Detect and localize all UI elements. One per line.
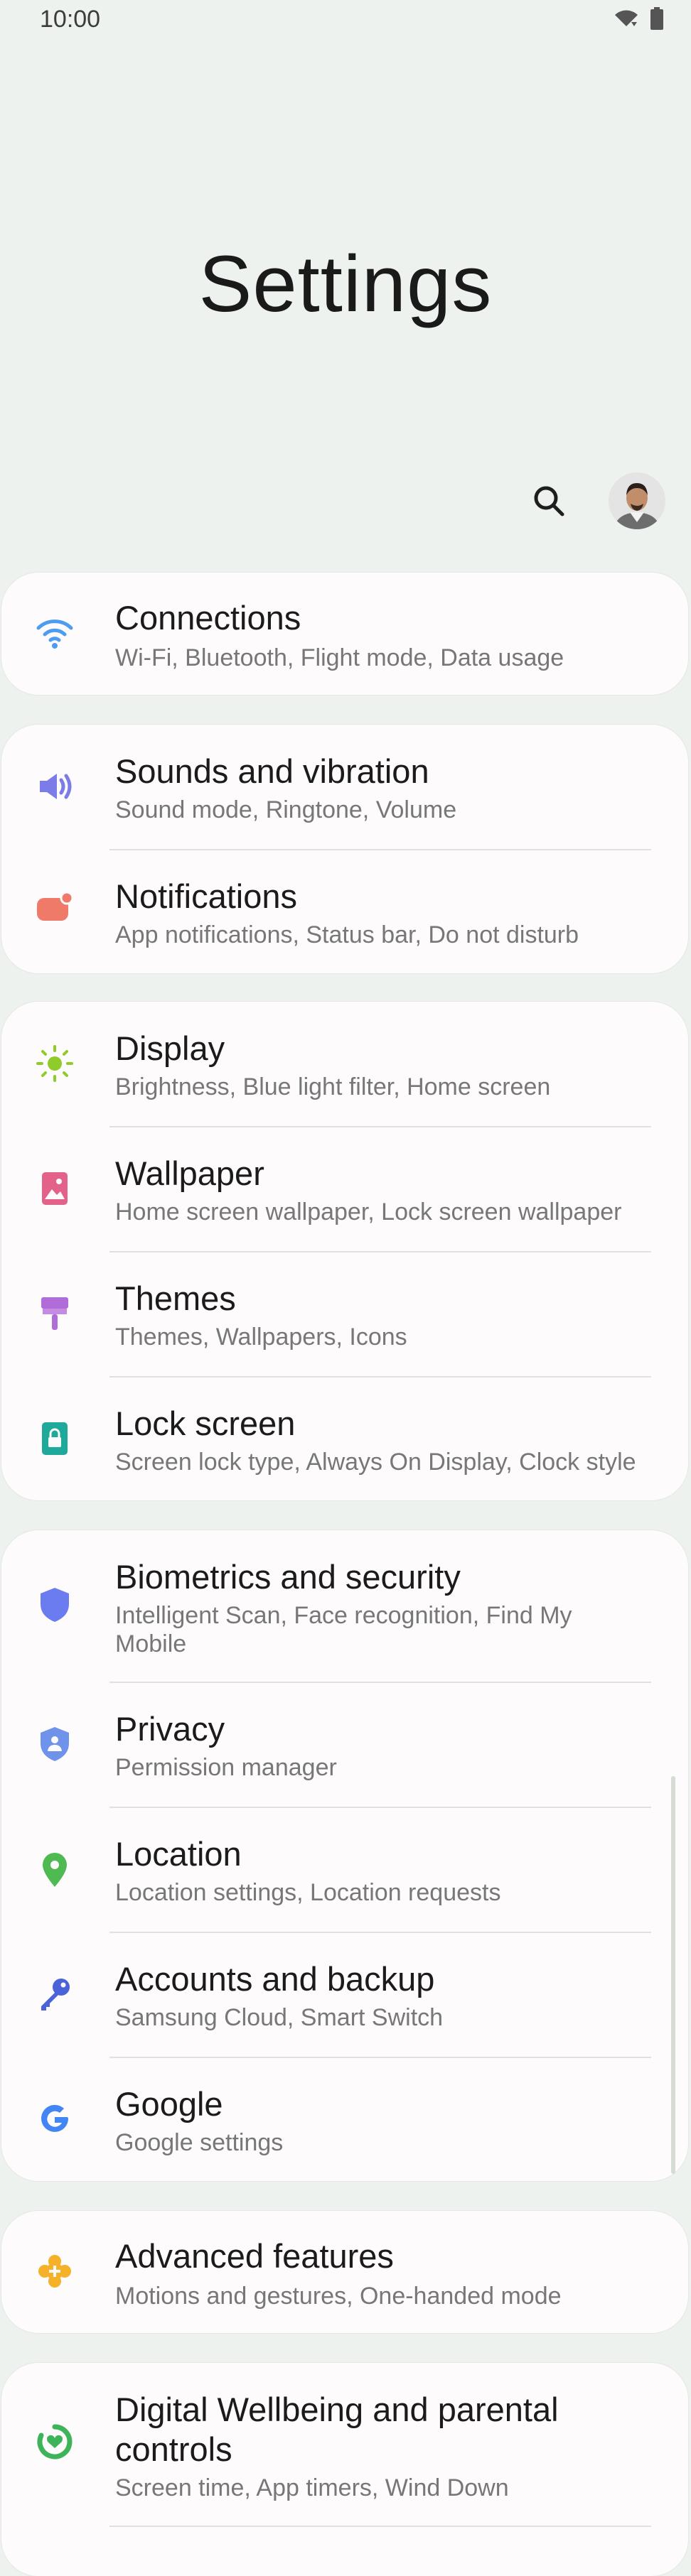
settings-item-lock-screen[interactable]: Lock screen Screen lock type, Always On … (1, 1377, 688, 1500)
notification-icon (33, 885, 77, 929)
item-title: Display (115, 1029, 225, 1067)
item-title: Privacy (115, 1710, 225, 1748)
item-title: Connections (115, 599, 301, 637)
settings-group-connections: Connections Wi-Fi, Bluetooth, Flight mod… (1, 573, 688, 695)
item-subtitle: Home screen wallpaper, Lock screen wallp… (115, 1198, 622, 1225)
google-icon (33, 2097, 77, 2141)
settings-item-sounds[interactable]: Sounds and vibration Sound mode, Rington… (1, 725, 688, 850)
wellbeing-icon (33, 2420, 77, 2464)
shield-icon (33, 1583, 77, 1627)
lock-icon (33, 1417, 77, 1461)
volume-icon (33, 764, 77, 808)
settings-item-google[interactable]: Google Google settings (1, 2057, 688, 2181)
item-title: Advanced features (115, 2237, 394, 2275)
wifi-icon (33, 611, 77, 655)
item-subtitle: Samsung Cloud, Smart Switch (115, 2004, 444, 2031)
item-title: Digital Wellbeing and parental controls (115, 2391, 559, 2468)
item-subtitle: Permission manager (115, 1754, 337, 1781)
item-title: Accounts and backup (115, 1960, 435, 1998)
settings-group-display: Display Brightness, Blue light filter, H… (1, 1002, 688, 1500)
settings-item-display[interactable]: Display Brightness, Blue light filter, H… (1, 1002, 688, 1127)
puzzle-gear-icon (33, 2249, 77, 2293)
settings-group-advanced: Advanced features Motions and gestures, … (1, 2211, 688, 2333)
item-title: Themes (115, 1279, 236, 1317)
divider (109, 2526, 651, 2527)
search-icon (534, 486, 564, 516)
item-title: Notifications (115, 877, 297, 915)
key-icon (33, 1972, 77, 2016)
settings-group-sound: Sounds and vibration Sound mode, Rington… (1, 725, 688, 973)
item-title: Lock screen (115, 1405, 296, 1442)
item-subtitle: Screen time, App timers, Wind Down (115, 2474, 509, 2501)
item-subtitle: App notifications, Status bar, Do not di… (115, 921, 579, 948)
item-title: Biometrics and security (115, 1558, 461, 1596)
settings-item-location[interactable]: Location Location settings, Location req… (1, 1807, 688, 1932)
settings-item-connections[interactable]: Connections Wi-Fi, Bluetooth, Flight mod… (1, 573, 688, 695)
header-actions (529, 472, 665, 529)
item-subtitle: Brightness, Blue light filter, Home scre… (115, 1073, 551, 1100)
settings-item-biometrics[interactable]: Biometrics and security Intelligent Scan… (1, 1530, 688, 1682)
item-title: Google (115, 2085, 223, 2123)
settings-group-security: Biometrics and security Intelligent Scan… (1, 1530, 688, 2181)
item-title: Sounds and vibration (115, 752, 429, 790)
avatar-image (609, 472, 665, 529)
item-title: Wallpaper (115, 1154, 264, 1192)
page-title: Settings (198, 239, 493, 328)
settings-item-wallpaper[interactable]: Wallpaper Home screen wallpaper, Lock sc… (1, 1127, 688, 1252)
search-button[interactable] (529, 481, 569, 521)
item-subtitle: Screen lock type, Always On Display, Clo… (115, 1449, 636, 1476)
item-subtitle: Google settings (115, 2129, 284, 2156)
settings-item-accounts[interactable]: Accounts and backup Samsung Cloud, Smart… (1, 1932, 688, 2057)
status-icons (613, 7, 664, 33)
image-icon (33, 1167, 77, 1211)
item-subtitle: Motions and gestures, One-handed mode (115, 2283, 562, 2310)
item-subtitle: Intelligent Scan, Face recognition, Find… (115, 1602, 572, 1657)
sun-icon (33, 1041, 77, 1086)
profile-avatar[interactable] (609, 472, 665, 529)
status-time: 10:00 (40, 6, 101, 33)
battery-icon (650, 7, 664, 33)
item-subtitle: Wi-Fi, Bluetooth, Flight mode, Data usag… (115, 644, 564, 671)
settings-item-digital-wellbeing[interactable]: Digital Wellbeing and parental controls … (1, 2363, 688, 2526)
settings-item-advanced-features[interactable]: Advanced features Motions and gestures, … (1, 2211, 688, 2333)
item-subtitle: Themes, Wallpapers, Icons (115, 1324, 407, 1351)
scrollbar[interactable] (671, 1776, 675, 2174)
settings-item-themes[interactable]: Themes Themes, Wallpapers, Icons (1, 1252, 688, 1377)
item-title: Location (115, 1835, 242, 1873)
location-pin-icon (33, 1847, 77, 1891)
settings-item-notifications[interactable]: Notifications App notifications, Status … (1, 850, 688, 973)
settings-group-wellbeing: Digital Wellbeing and parental controls … (1, 2363, 688, 2576)
status-bar: 10:00 (0, 0, 691, 44)
item-subtitle: Location settings, Location requests (115, 1879, 501, 1906)
settings-item-privacy[interactable]: Privacy Permission manager (1, 1682, 688, 1807)
item-subtitle: Sound mode, Ringtone, Volume (115, 796, 457, 823)
paintbrush-icon (33, 1292, 77, 1336)
wifi-signal-icon (613, 8, 640, 33)
privacy-shield-icon (33, 1722, 77, 1766)
